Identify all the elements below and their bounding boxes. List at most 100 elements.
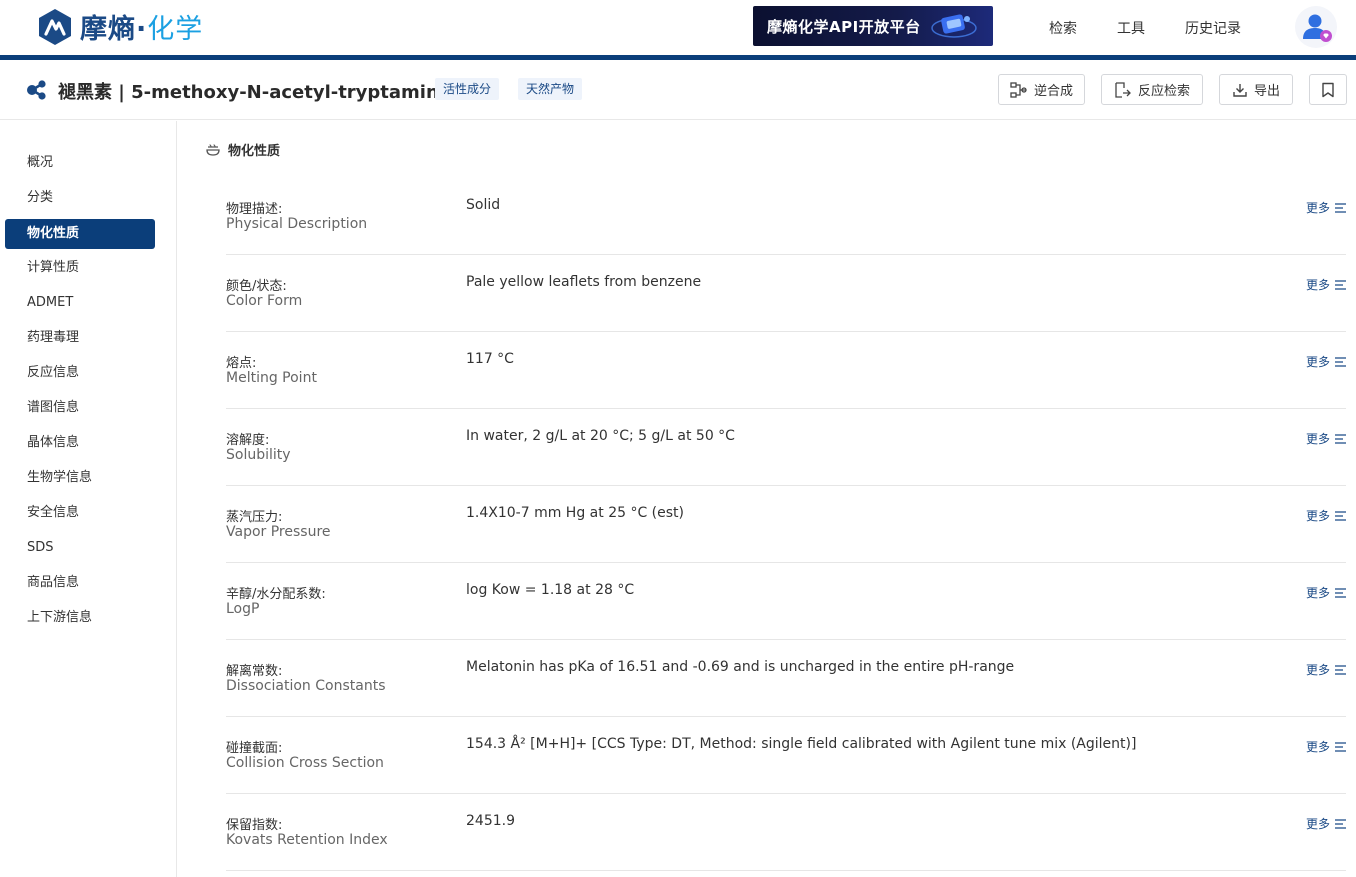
- sidebar-item-safety[interactable]: 安全信息: [5, 498, 155, 528]
- property-row: 解离常数: Dissociation Constants Melatonin h…: [226, 640, 1346, 717]
- list-icon: [1335, 741, 1346, 752]
- more-link[interactable]: 更多: [1306, 507, 1346, 524]
- sidebar-item-biology[interactable]: 生物学信息: [5, 463, 155, 493]
- property-name-cn: 碰撞截面:: [226, 741, 283, 756]
- property-name-cn: 熔点:: [226, 356, 257, 371]
- property-row: 物理描述: Physical Description Solid 更多: [226, 178, 1346, 255]
- sidebar-item-supply-chain[interactable]: 上下游信息: [5, 603, 155, 633]
- user-icon: [1303, 14, 1332, 42]
- download-icon: [1233, 83, 1247, 97]
- sidebar-item-sds[interactable]: SDS: [5, 533, 155, 563]
- api-platform-banner[interactable]: 摩熵化学API开放平台: [753, 6, 993, 46]
- more-label: 更多: [1305, 817, 1330, 831]
- list-icon: [1335, 202, 1346, 213]
- compound-header: 褪黑素 | 5-methoxy-N-acetyl-tryptamine 活性成分…: [0, 60, 1356, 120]
- sidebar-item-admet[interactable]: ADMET: [5, 288, 155, 318]
- property-value: log Kow = 1.18 at 28 °C: [466, 582, 635, 598]
- property-name-en: LogP: [226, 601, 260, 617]
- more-link[interactable]: 更多: [1306, 661, 1346, 678]
- tag-active-ingredient[interactable]: 活性成分: [435, 78, 500, 100]
- property-value: 2451.9: [466, 813, 515, 829]
- more-link[interactable]: 更多: [1306, 584, 1346, 601]
- property-name-en: Collision Cross Section: [226, 755, 384, 771]
- property-name-cn: 颜色/状态:: [226, 279, 287, 294]
- property-name-en: Dissociation Constants: [226, 678, 386, 694]
- user-avatar[interactable]: [1295, 6, 1337, 48]
- list-icon: [1335, 433, 1346, 444]
- logo-text: 摩熵·化学: [80, 14, 204, 45]
- property-name-en: Kovats Retention Index: [226, 832, 388, 848]
- more-label: 更多: [1305, 663, 1330, 677]
- bookmark-icon: [1322, 82, 1334, 97]
- sidebar-item-computed[interactable]: 计算性质: [5, 253, 155, 283]
- more-label: 更多: [1305, 355, 1330, 369]
- nav-search[interactable]: 检索: [1049, 18, 1077, 38]
- more-label: 更多: [1305, 586, 1330, 600]
- banner-text: 摩熵化学API开放平台: [767, 17, 921, 36]
- property-row: 熔点: Melting Point 117 °C 更多: [226, 332, 1346, 409]
- retrosynthesis-icon: [1010, 81, 1027, 98]
- more-link[interactable]: 更多: [1306, 815, 1346, 832]
- property-name-en: Color Form: [226, 293, 303, 309]
- reaction-search-icon: [1115, 81, 1131, 98]
- more-link[interactable]: 更多: [1306, 353, 1346, 370]
- property-value: Solid: [466, 197, 501, 213]
- sidebar-item-physchem[interactable]: 物化性质: [5, 219, 155, 249]
- property-row: 溶解度: Solubility In water, 2 g/L at 20 °C…: [226, 409, 1346, 486]
- property-name-cn: 保留指数:: [226, 818, 283, 833]
- property-value: 1.4X10-7 mm Hg at 25 °C (est): [466, 505, 684, 521]
- more-link[interactable]: 更多: [1306, 199, 1346, 216]
- property-row: 辛醇/水分配系数: LogP log Kow = 1.18 at 28 °C 更…: [226, 563, 1346, 640]
- more-link[interactable]: 更多: [1306, 738, 1346, 755]
- sidebar-item-products[interactable]: 商品信息: [5, 568, 155, 598]
- more-link[interactable]: 更多: [1306, 276, 1346, 293]
- nav-tools[interactable]: 工具: [1117, 18, 1145, 38]
- property-name-cn: 溶解度:: [226, 433, 270, 448]
- more-label: 更多: [1305, 740, 1330, 754]
- property-row: 蒸汽压力: Vapor Pressure 1.4X10-7 mm Hg at 2…: [226, 486, 1346, 563]
- export-label: 导出: [1253, 84, 1280, 99]
- more-label: 更多: [1305, 509, 1330, 523]
- retrosynthesis-label: 逆合成: [1033, 84, 1073, 99]
- export-button[interactable]: 导出: [1219, 74, 1293, 105]
- reaction-search-label: 反应检索: [1137, 84, 1190, 99]
- property-row: 颜色/状态: Color Form Pale yellow leaflets f…: [226, 255, 1346, 332]
- flask-icon: [206, 143, 220, 156]
- reaction-search-button[interactable]: 反应检索: [1101, 74, 1203, 105]
- property-name-en: Vapor Pressure: [226, 524, 331, 540]
- property-row: 碰撞截面: Collision Cross Section 154.3 Å² […: [226, 717, 1346, 794]
- more-label: 更多: [1305, 278, 1330, 292]
- property-name-cn: 蒸汽压力:: [226, 510, 283, 525]
- sidebar-item-crystal[interactable]: 晶体信息: [5, 428, 155, 458]
- list-icon: [1335, 664, 1346, 675]
- retrosynthesis-button[interactable]: 逆合成: [998, 74, 1085, 105]
- sidebar-item-pharmacology[interactable]: 药理毒理: [5, 323, 155, 353]
- compound-title: 褪黑素 | 5-methoxy-N-acetyl-tryptamine: [58, 82, 452, 103]
- property-row: 保留指数: Kovats Retention Index 2451.9 更多: [226, 794, 1346, 871]
- bookmark-button[interactable]: [1309, 74, 1347, 105]
- site-logo[interactable]: 摩熵·化学: [36, 7, 203, 46]
- tag-natural-product[interactable]: 天然产物: [518, 78, 583, 100]
- list-icon: [1335, 356, 1346, 367]
- nav-history[interactable]: 历史记录: [1185, 18, 1241, 38]
- sidebar-item-reactions[interactable]: 反应信息: [5, 358, 155, 388]
- property-name-cn: 物理描述:: [226, 202, 283, 217]
- more-link[interactable]: 更多: [1306, 430, 1346, 447]
- section-title-text: 物化性质: [228, 144, 281, 159]
- banner-art-icon: [931, 14, 977, 38]
- section-sidebar: 概况 分类 物化性质 计算性质 ADMET 药理毒理 反应信息 谱图信息 晶体信…: [0, 121, 177, 877]
- property-value: In water, 2 g/L at 20 °C; 5 g/L at 50 °C: [466, 428, 735, 444]
- property-name-cn: 解离常数:: [226, 664, 283, 679]
- sidebar-item-classification[interactable]: 分类: [5, 183, 155, 213]
- list-icon: [1335, 587, 1346, 598]
- section-title: 物化性质: [205, 140, 280, 159]
- property-value: 117 °C: [466, 351, 514, 367]
- property-name-en: Melting Point: [226, 370, 317, 386]
- top-navbar: 摩熵·化学 摩熵化学API开放平台 检索 工具 历史记录: [0, 0, 1356, 55]
- more-label: 更多: [1305, 201, 1330, 215]
- sidebar-item-overview[interactable]: 概况: [5, 148, 155, 178]
- sidebar-item-spectra[interactable]: 谱图信息: [5, 393, 155, 423]
- molecule-icon: [27, 80, 46, 100]
- property-name-en: Solubility: [226, 447, 291, 463]
- property-value: Melatonin has pKa of 16.51 and -0.69 and…: [466, 659, 1015, 675]
